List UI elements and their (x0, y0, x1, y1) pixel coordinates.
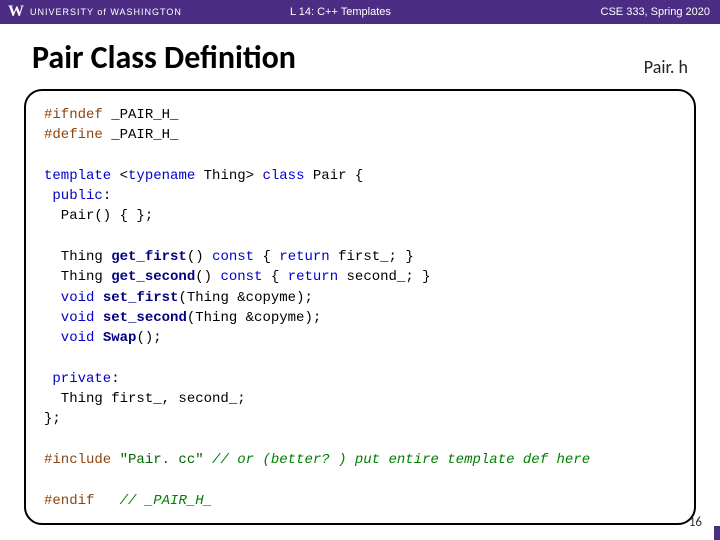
page-number: 16 (689, 515, 702, 530)
w-icon: W (8, 3, 24, 21)
template-kw: template (44, 168, 111, 184)
define: #define (44, 127, 103, 143)
lecture-title: L 14: C++ Templates (290, 6, 391, 18)
filename-label: Pair. h (644, 56, 688, 78)
university-name: UNIVERSITY of WASHINGTON (30, 7, 182, 17)
endif: #endif (44, 493, 94, 509)
header-bar: W UNIVERSITY of WASHINGTON L 14: C++ Tem… (0, 0, 720, 24)
include: #include (44, 452, 111, 468)
course-info: CSE 333, Spring 2020 (601, 6, 720, 18)
code-box: #ifndef _PAIR_H_ #define _PAIR_H_ templa… (24, 89, 696, 525)
logo: W UNIVERSITY of WASHINGTON (0, 3, 240, 21)
slide-title: Pair Class Definition (0, 24, 720, 85)
ifndef: #ifndef (44, 107, 103, 123)
corner-accent (714, 526, 720, 540)
